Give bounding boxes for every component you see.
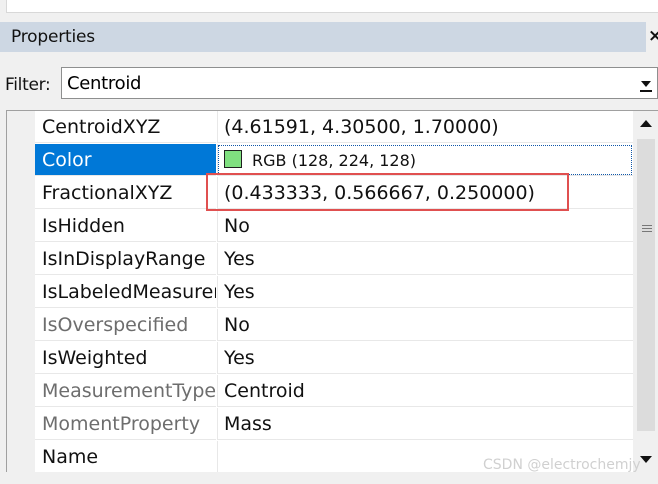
property-value[interactable]: RGB (128, 224, 128)	[217, 144, 633, 176]
property-name: IsOverspecified	[35, 309, 216, 341]
property-row-centroidxyz[interactable]: CentroidXYZ (4.61591, 4.30500, 1.70000)	[7, 111, 633, 144]
filter-combobox[interactable]	[61, 67, 658, 99]
property-name: FractionalXYZ	[35, 177, 216, 209]
property-row-ishidden[interactable]: IsHidden No	[7, 210, 633, 243]
chevron-down-icon[interactable]	[636, 72, 656, 96]
property-name: Color	[35, 144, 216, 176]
grip-icon	[642, 225, 652, 232]
scroll-thumb[interactable]	[637, 139, 655, 431]
property-name: IsInDisplayRange	[35, 243, 216, 275]
color-value: RGB (128, 224, 128)	[252, 151, 417, 170]
color-swatch	[224, 150, 242, 168]
property-name: IsHidden	[35, 210, 216, 242]
arrow-up-icon[interactable]	[638, 117, 654, 129]
property-name: IsWeighted	[35, 342, 216, 374]
property-name: MeasurementType	[35, 375, 216, 407]
property-row-momentproperty[interactable]: MomentProperty Mass	[7, 408, 633, 441]
property-row-islabeledmeasurement[interactable]: IsLabeledMeasurement Yes	[7, 276, 633, 309]
property-name: IsLabeledMeasurement	[35, 276, 216, 308]
property-grid[interactable]: CentroidXYZ (4.61591, 4.30500, 1.70000) …	[6, 110, 658, 472]
property-value[interactable]: Yes	[217, 276, 633, 308]
highlight-annotation	[206, 173, 569, 211]
top-pane-edge	[6, 0, 658, 13]
property-name: CentroidXYZ	[35, 111, 216, 143]
properties-header	[0, 22, 646, 52]
property-row-isweighted[interactable]: IsWeighted Yes	[7, 342, 633, 375]
property-value[interactable]: Mass	[217, 408, 633, 440]
property-value[interactable]: Centroid	[217, 375, 633, 407]
property-name: Name	[35, 441, 216, 472]
property-row-isindisplayrange[interactable]: IsInDisplayRange Yes	[7, 243, 633, 276]
property-value[interactable]: No	[217, 210, 633, 242]
property-row-isoverspecified[interactable]: IsOverspecified No	[7, 309, 633, 342]
property-name: MomentProperty	[35, 408, 216, 440]
property-value[interactable]: Yes	[217, 342, 633, 374]
panel-title: Properties	[11, 27, 95, 47]
close-button[interactable]: ×	[648, 26, 658, 46]
property-value[interactable]: Yes	[217, 243, 633, 275]
property-value[interactable]: (4.61591, 4.30500, 1.70000)	[217, 111, 633, 143]
filter-input[interactable]: Centroid	[67, 73, 141, 94]
property-row-measurementtype[interactable]: MeasurementType Centroid	[7, 375, 633, 408]
property-value[interactable]: No	[217, 309, 633, 341]
filter-label: Filter:	[5, 75, 51, 95]
watermark: CSDN @electrochemjy	[483, 457, 641, 473]
